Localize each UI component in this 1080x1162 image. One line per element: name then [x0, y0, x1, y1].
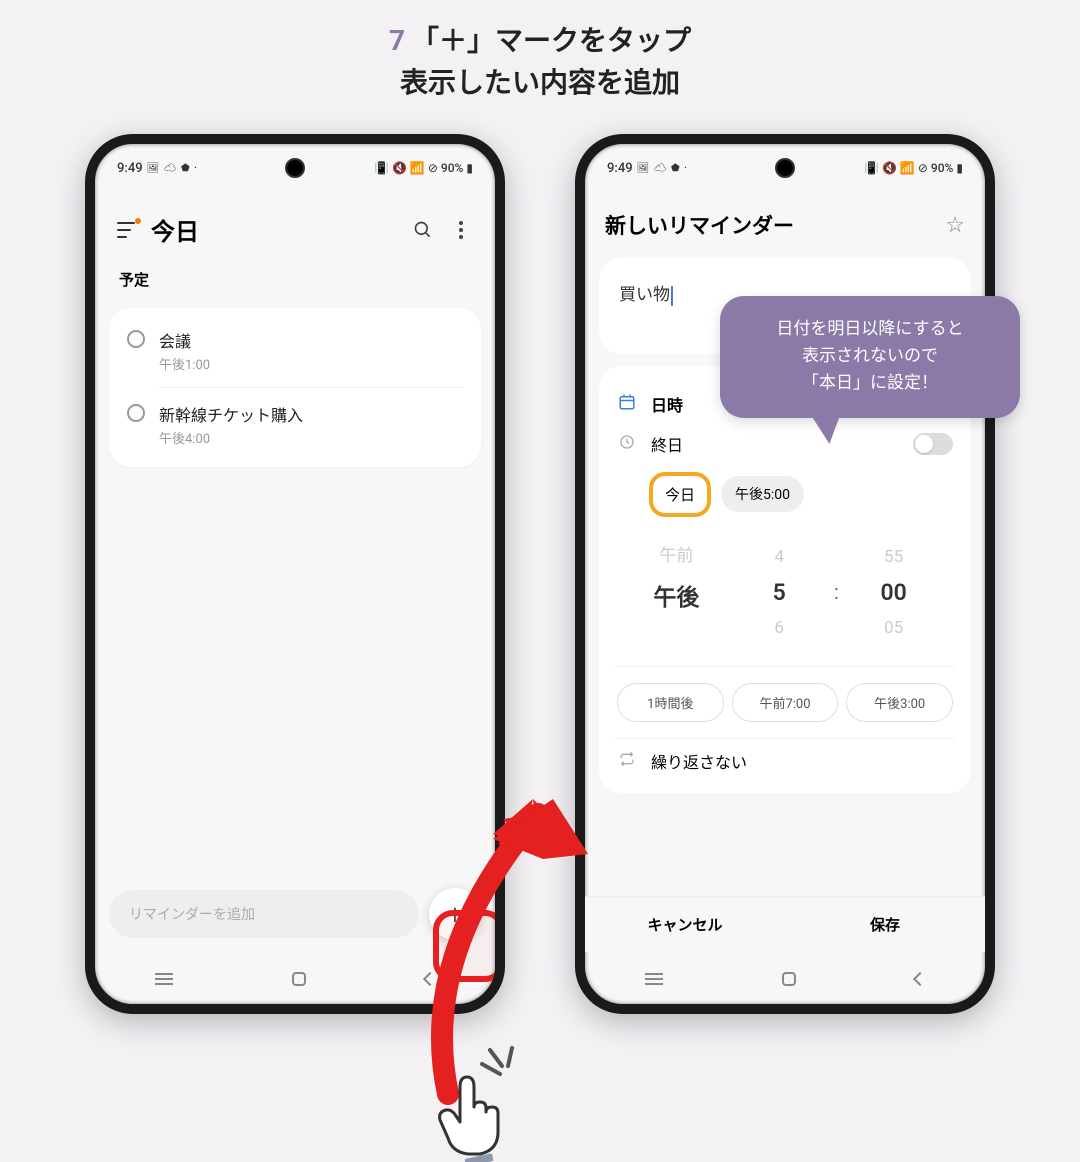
tip-bubble: 日付を明日以降にすると 表示されないので 「本日」に設定！ [720, 296, 1020, 418]
item-time: 午後1:00 [159, 354, 210, 373]
quick-time-chip[interactable]: 1時間後 [617, 683, 724, 722]
save-button[interactable]: 保存 [785, 897, 985, 952]
nav-home-icon[interactable] [782, 972, 796, 986]
status-bar: 9:49 🖼 ☁ ⬟ · 📳 🔇 📶 ⊘ 90% ▮ [95, 148, 495, 188]
no-sim-icon: ⊘ [428, 161, 438, 175]
reminder-list: 会議 午後1:00 新幹線チケット購入 午後4:00 [109, 308, 481, 467]
time-picker[interactable]: 午前 午後 4 5 6 : 55 00 05 [615, 531, 955, 660]
text-cursor [671, 286, 673, 306]
time-chip[interactable]: 午後5:00 [721, 476, 804, 512]
radio-unchecked[interactable] [127, 404, 145, 422]
date-today-highlighted[interactable]: 今日 [649, 472, 711, 517]
status-time: 9:49 [117, 161, 143, 176]
list-item[interactable]: 新幹線チケット購入 午後4:00 [109, 388, 481, 461]
nav-recent-icon[interactable] [155, 978, 173, 980]
status-icons-left: 🖼 ☁ ⬟ · [147, 163, 198, 174]
tap-hand-icon [430, 1072, 510, 1162]
allday-toggle[interactable] [913, 433, 953, 455]
battery-icon: ▮ [956, 161, 963, 175]
page-title: 今日 [151, 212, 397, 247]
allday-label: 終日 [651, 432, 683, 456]
battery-icon: ▮ [466, 161, 473, 175]
phone-right: 9:49 🖼 ☁ ⬟ · 📳 🔇 📶 ⊘ 90% ▮ 新しいリマインダー ☆ 買… [575, 134, 995, 1014]
add-reminder-input[interactable]: リマインダーを追加 [109, 890, 419, 938]
nav-bar [585, 954, 985, 1004]
vibrate-icon: 📳 [374, 161, 389, 175]
datetime-card: 日時 終日 今日 午後5:00 午前 午後 [599, 366, 971, 793]
instruction-text: 7「＋」マークをタップ 表示したい内容を追加 [0, 0, 1080, 114]
no-sim-icon: ⊘ [918, 161, 928, 175]
radio-unchecked[interactable] [127, 330, 145, 348]
list-item[interactable]: 会議 午後1:00 [109, 314, 481, 387]
datetime-label: 日時 [651, 392, 683, 416]
nav-home-icon[interactable] [292, 972, 306, 986]
nav-back-icon[interactable] [915, 974, 925, 984]
wifi-icon: 📶 [900, 161, 915, 175]
vibrate-icon: 📳 [864, 161, 879, 175]
page-title: 新しいリマインダー [605, 210, 933, 240]
mute-icon: 🔇 [392, 161, 407, 175]
item-title: 新幹線チケット購入 [159, 402, 303, 426]
clock-icon [617, 434, 637, 454]
search-icon[interactable] [411, 218, 435, 242]
repeat-label: 繰り返さない [651, 749, 747, 773]
repeat-row[interactable]: 繰り返さない [615, 738, 955, 775]
mute-icon: 🔇 [882, 161, 897, 175]
item-title: 会議 [159, 328, 210, 352]
favorite-icon[interactable]: ☆ [945, 213, 965, 238]
menu-icon[interactable] [117, 222, 137, 238]
more-icon[interactable] [449, 218, 473, 242]
step-number: 7 [389, 24, 405, 57]
quick-time-chip[interactable]: 午後3:00 [846, 683, 953, 722]
nav-recent-icon[interactable] [645, 978, 663, 980]
status-icons-left: 🖼 ☁ ⬟ · [637, 163, 688, 174]
item-time: 午後4:00 [159, 428, 303, 447]
status-time: 9:49 [607, 161, 633, 176]
quick-time-chip[interactable]: 午前7:00 [732, 683, 839, 722]
status-bar: 9:49 🖼 ☁ ⬟ · 📳 🔇 📶 ⊘ 90% ▮ [585, 148, 985, 188]
battery-percent: 90% [441, 161, 463, 175]
battery-percent: 90% [931, 161, 953, 175]
section-schedule: 予定 [95, 259, 495, 300]
calendar-icon [617, 393, 637, 415]
wifi-icon: 📶 [410, 161, 425, 175]
